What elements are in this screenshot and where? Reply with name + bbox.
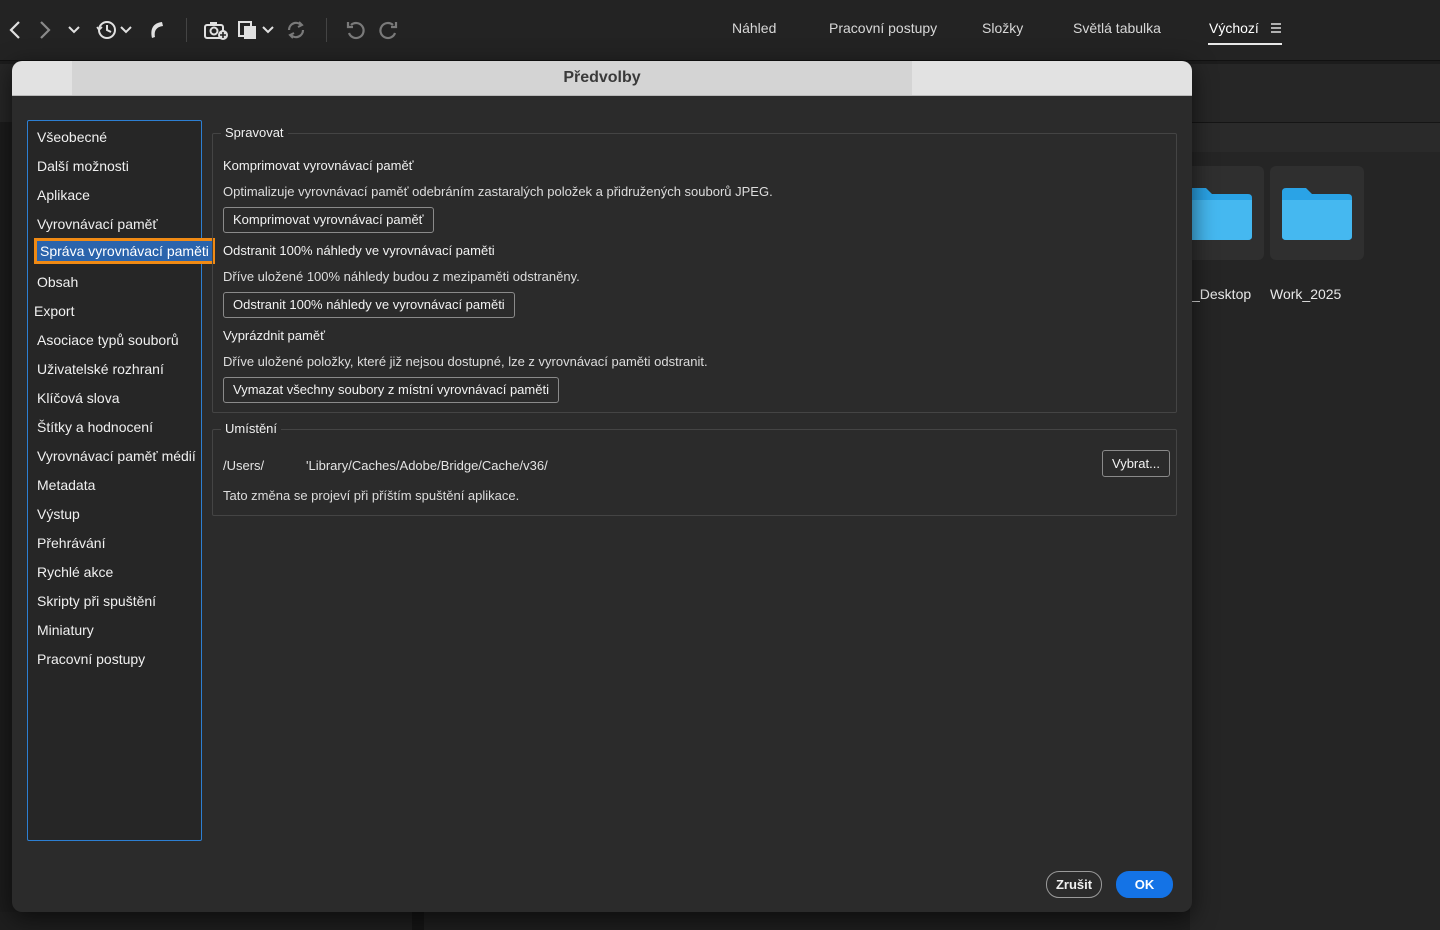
nav-item-vyrovnavaci-pamet[interactable]: Vyrovnávací paměť xyxy=(37,216,158,232)
forward-arrow-icon[interactable] xyxy=(36,16,54,44)
nav-item-obsah[interactable]: Obsah xyxy=(37,274,78,290)
nav-item-asociace-typu-souboru[interactable]: Asociace typů souborů xyxy=(37,332,179,348)
clear-local-cache-button[interactable]: Vymazat všechny soubory z místní vyrovná… xyxy=(223,377,559,403)
background-content-panel xyxy=(1190,152,1440,930)
recent-history-icon[interactable] xyxy=(94,16,136,44)
nav-item-export[interactable]: Export xyxy=(34,303,74,319)
compact-cache-button[interactable]: Komprimovat vyrovnávací paměť xyxy=(223,207,434,233)
background-status-area xyxy=(0,912,1190,930)
nav-item-sprava-vyrovnavaci-pameti[interactable]: Správa vyrovnávací paměti xyxy=(34,238,215,264)
nav-item-uzivatelske-rozhrani[interactable]: Uživatelské rozhraní xyxy=(37,361,164,377)
workspace-tab-nahled[interactable]: Náhled xyxy=(732,20,776,36)
cache-path-start: /Users/ xyxy=(223,458,265,473)
nav-item-vseobecne[interactable]: Všeobecné xyxy=(37,129,107,145)
compact-cache-description: Optimalizuje vyrovnávací paměť odebráním… xyxy=(223,184,773,199)
purge-100-previews-heading: Odstranit 100% náhledy ve vyrovnávací pa… xyxy=(223,243,495,258)
nav-item-klicova-slova[interactable]: Klíčová slova xyxy=(37,390,119,406)
nav-item-prehravani[interactable]: Přehrávání xyxy=(37,535,105,551)
purge-100-previews-button[interactable]: Odstranit 100% náhledy ve vyrovnávací pa… xyxy=(223,292,515,318)
workspace-tab-vychozi[interactable]: Výchozí xyxy=(1209,20,1259,36)
workspace-tab-pracovni-postupy[interactable]: Pracovní postupy xyxy=(829,20,937,36)
sync-refresh-icon[interactable] xyxy=(284,16,308,44)
copy-files-icon[interactable] xyxy=(236,16,276,44)
nav-item-dalsi-moznosti[interactable]: Další možnosti xyxy=(37,158,129,174)
background-panel-divider xyxy=(412,912,424,930)
manage-group: Spravovat Komprimovat vyrovnávací paměť … xyxy=(212,125,1177,413)
workspace-menu-icon[interactable] xyxy=(1270,21,1282,35)
nav-item-miniatury[interactable]: Miniatury xyxy=(37,622,94,638)
chevron-down-icon[interactable] xyxy=(66,16,82,44)
workspace-tab-slozky[interactable]: Složky xyxy=(982,20,1023,36)
clear-cache-description: Dříve uložené položky, které již nejsou … xyxy=(223,354,708,369)
preferences-category-list[interactable]: Všeobecné Další možnosti Aplikace Vyrovn… xyxy=(27,120,215,841)
compact-cache-heading: Komprimovat vyrovnávací paměť xyxy=(223,158,414,173)
dialog-title-bar[interactable]: Předvolby xyxy=(12,61,1192,96)
folder-icon xyxy=(1282,188,1352,240)
manage-group-title: Spravovat xyxy=(221,125,288,140)
location-group-title: Umístění xyxy=(221,421,282,436)
nav-item-rychle-akce[interactable]: Rychlé akce xyxy=(37,564,113,580)
folder-thumbnail-work-2025[interactable] xyxy=(1270,166,1364,260)
choose-location-button[interactable]: Vybrat... xyxy=(1102,450,1170,477)
undo-icon[interactable] xyxy=(344,16,368,44)
folder-label-desktop[interactable]: _Desktop xyxy=(1192,286,1251,302)
folder-label-work-2025[interactable]: Work_2025 xyxy=(1270,286,1341,302)
camera-import-icon[interactable] xyxy=(202,16,230,44)
workspace-tab-svetla-tabulka[interactable]: Světlá tabulka xyxy=(1073,20,1161,36)
nav-item-aplikace[interactable]: Aplikace xyxy=(37,187,90,203)
nav-item-vystup[interactable]: Výstup xyxy=(37,506,80,522)
nav-item-metadata[interactable]: Metadata xyxy=(37,477,95,493)
boomerang-icon[interactable] xyxy=(146,16,166,44)
dialog-title: Předvolby xyxy=(563,69,641,86)
toolbar-divider xyxy=(186,18,187,42)
clear-cache-heading: Vyprázdnit paměť xyxy=(223,328,325,343)
cache-path-end: 'Library/Caches/Adobe/Bridge/Cache/v36/ xyxy=(306,458,548,473)
toolbar-divider xyxy=(326,18,327,42)
background-content-header xyxy=(1190,122,1440,153)
location-group: Umístění /Users/ 'Library/Caches/Adobe/B… xyxy=(212,421,1177,516)
nav-item-stitky-a-hodnoceni[interactable]: Štítky a hodnocení xyxy=(37,419,153,435)
nav-item-vyrovnavaci-pamet-medii[interactable]: Vyrovnávací paměť médií xyxy=(37,448,196,464)
cancel-button[interactable]: Zrušit xyxy=(1046,871,1102,898)
application-bar: Náhled Pracovní postupy Složky Světlá ta… xyxy=(0,0,1440,61)
redo-icon[interactable] xyxy=(376,16,400,44)
active-workspace-underline xyxy=(1208,43,1282,45)
back-arrow-icon[interactable] xyxy=(6,16,24,44)
preferences-dialog: Předvolby Všeobecné Další možnosti Aplik… xyxy=(12,61,1192,912)
ok-button[interactable]: OK xyxy=(1116,871,1173,898)
location-change-note: Tato změna se projeví při příštím spuště… xyxy=(223,488,520,503)
nav-item-pracovni-postupy[interactable]: Pracovní postupy xyxy=(37,651,145,667)
purge-100-previews-description: Dříve uložené 100% náhledy budou z mezip… xyxy=(223,269,580,284)
nav-item-skripty-pri-spusteni[interactable]: Skripty při spuštění xyxy=(37,593,156,609)
